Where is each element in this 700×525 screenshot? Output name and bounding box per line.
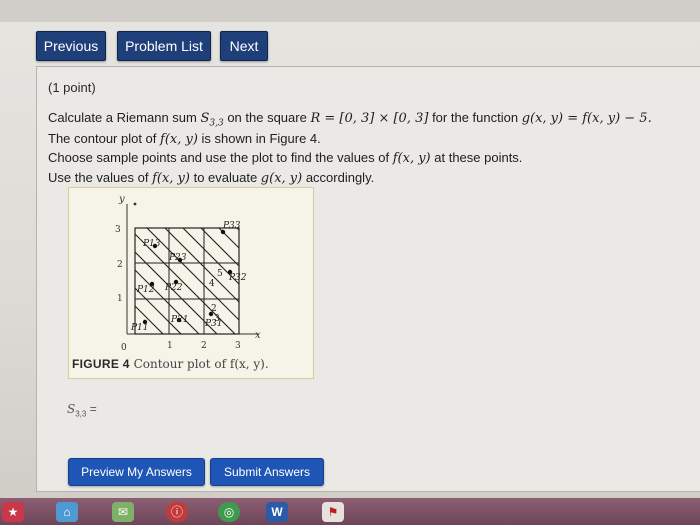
screen: Previous Problem List Next (1 point) Cal… (0, 0, 700, 525)
y-axis-label: y (118, 194, 125, 205)
answer-label: S3,3 = (67, 402, 97, 419)
contour-plot: x y 0 1 2 3 1 2 3 2 3 4 5 P11 P12 P13 P2… (115, 194, 261, 353)
app-icon[interactable]: ✉ (112, 502, 134, 522)
label-p21: P21 (170, 315, 189, 325)
text-fragment: Choose sample points and use the plot to… (48, 150, 393, 165)
label-p12: P12 (136, 285, 155, 295)
points-label: (1 point) (48, 80, 96, 95)
f-expression: f(x, y) (160, 132, 198, 147)
contour-label-5: 5 (217, 269, 223, 279)
problem-line-4: Use the values of f(x, y) to evaluate g(… (48, 170, 374, 186)
submit-answers-button[interactable]: Submit Answers (210, 458, 324, 486)
text-fragment: accordingly. (302, 170, 375, 185)
riemann-sum-symbol: S3,3 (200, 111, 224, 129)
label-p13: P13 (142, 239, 161, 249)
browser-top-strip (0, 0, 700, 22)
label-p31: P31 (204, 319, 223, 329)
label-p23: P23 (168, 253, 187, 263)
app-icon[interactable]: ★ (2, 502, 24, 522)
next-button[interactable]: Next (220, 31, 268, 61)
x-tick-2: 2 (201, 341, 207, 351)
label-p32: P32 (228, 273, 247, 283)
g-expression: g(x, y) (260, 171, 303, 186)
f-expression: f(x, y) (152, 171, 190, 186)
acrobat-icon[interactable]: ⚑ (322, 502, 344, 522)
contour-label-4: 4 (209, 279, 215, 289)
label-p11: P11 (130, 323, 149, 333)
text-fragment: at these points. (430, 150, 523, 165)
browser-icon[interactable]: ◎ (218, 502, 240, 522)
axis-dot (133, 202, 137, 206)
region-expression: R = [0, 3] × [0, 3] (310, 111, 429, 126)
text-fragment: Use the values of (48, 170, 153, 185)
text-fragment: to evaluate (189, 170, 261, 185)
taskbar (0, 498, 700, 525)
sample-point-p31 (208, 311, 214, 317)
label-p33: P33 (222, 221, 241, 231)
figure-4-panel: x y 0 1 2 3 1 2 3 2 3 4 5 P11 P12 P13 P2… (68, 187, 314, 379)
preview-answers-button[interactable]: Preview My Answers (68, 458, 205, 486)
text-fragment: on the square (223, 110, 311, 125)
caption-label: FIGURE 4 (72, 357, 130, 371)
problem-line-2: The contour plot of f(x, y) is shown in … (48, 131, 321, 147)
figure-caption: FIGURE 4 Contour plot of f(x, y). (72, 357, 269, 371)
app-icon[interactable]: ⌂ (56, 502, 78, 522)
text-fragment: is shown in Figure 4. (197, 131, 321, 146)
y-tick-3: 3 (115, 225, 121, 235)
app-icon[interactable]: ⓘ (166, 502, 188, 522)
caption-text: Contour plot of f(x, y). (129, 357, 269, 371)
text-fragment: for the function (428, 110, 522, 125)
text-fragment: The contour plot of (48, 131, 161, 146)
problem-line-1: Calculate a Riemann sum S3,3 on the squa… (48, 110, 652, 129)
f-expression: f(x, y) (392, 151, 431, 166)
problem-list-button[interactable]: Problem List (117, 31, 211, 61)
text-fragment: Calculate a Riemann sum (48, 110, 201, 125)
contour-lines (135, 228, 239, 334)
y-tick-2: 2 (117, 260, 123, 270)
x-tick-3: 3 (235, 341, 241, 351)
previous-button[interactable]: Previous (36, 31, 106, 61)
label-p22: P22 (164, 283, 183, 293)
problem-line-3: Choose sample points and use the plot to… (48, 150, 522, 166)
x-tick-1: 1 (167, 341, 173, 351)
answer-input[interactable] (94, 398, 158, 420)
x-axis-label: x (255, 330, 261, 341)
y-tick-1: 1 (117, 294, 123, 304)
function-expression: g(x, y) = f(x, y) − 5. (521, 111, 652, 126)
origin-label: 0 (121, 343, 127, 353)
word-icon[interactable]: W (266, 502, 288, 522)
